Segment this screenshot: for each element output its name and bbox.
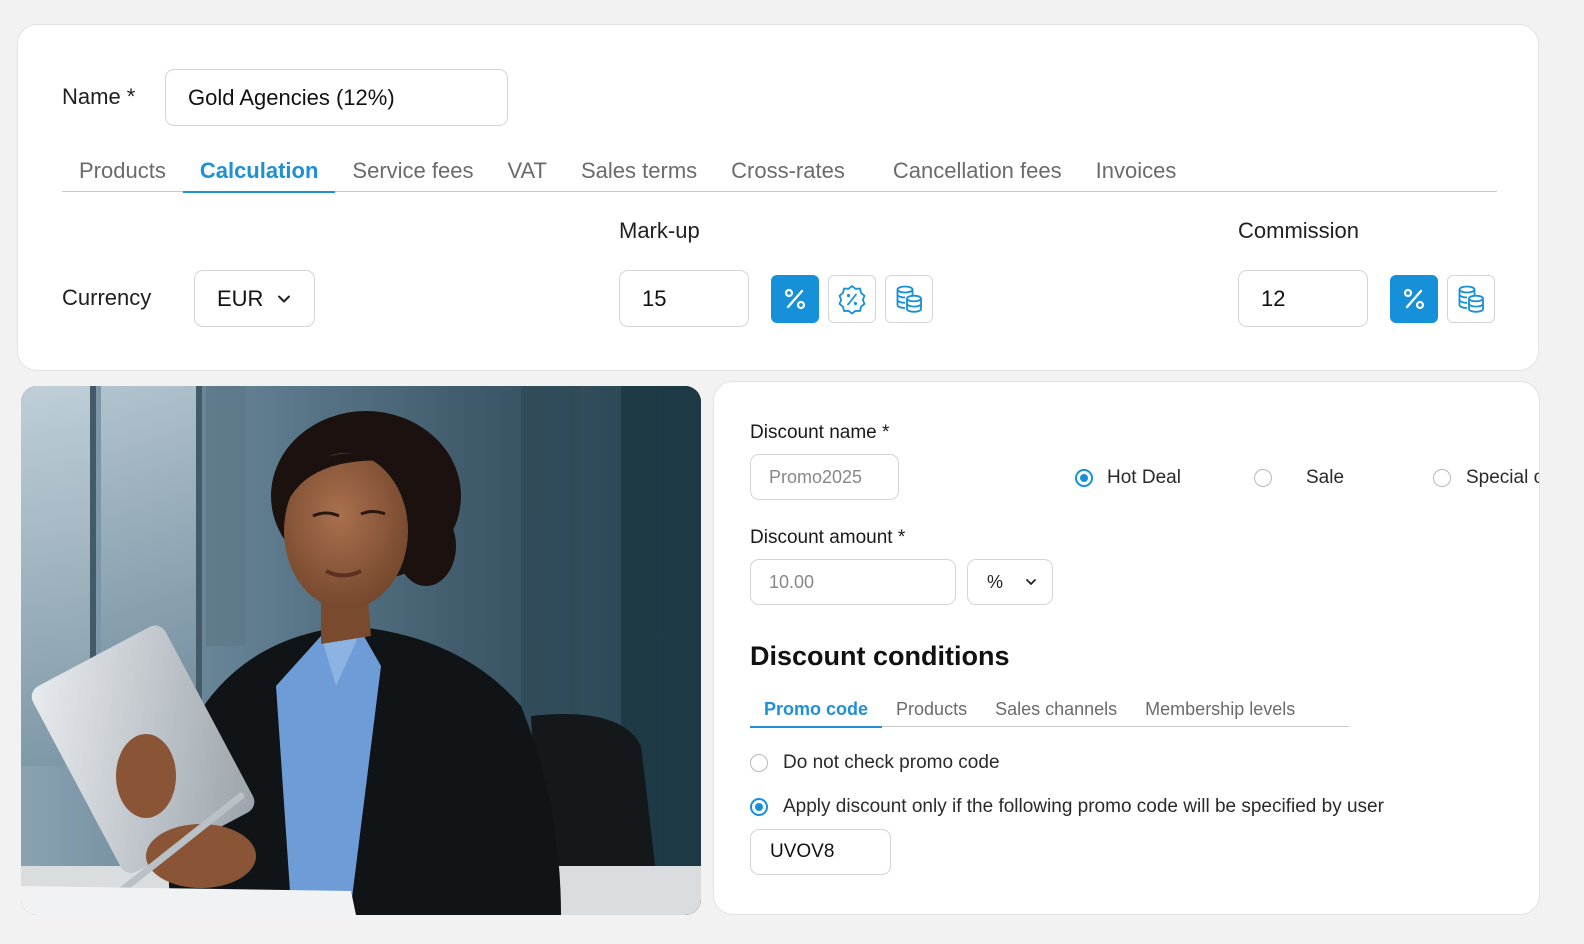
radio-no-promo-check-label: Do not check promo code xyxy=(783,752,1000,773)
tab-sales-terms[interactable]: Sales terms xyxy=(564,156,714,191)
tab-label: Sales terms xyxy=(581,158,698,183)
tab-label: Service fees xyxy=(352,158,474,183)
tab-label: Products xyxy=(79,158,166,183)
discount-conditions-title: Discount conditions xyxy=(750,641,1010,671)
businesswoman-photo xyxy=(21,386,701,915)
tab-products[interactable]: Products xyxy=(62,156,183,191)
tab-label: Sales channels xyxy=(995,699,1118,719)
coins-stack-icon xyxy=(1458,285,1484,313)
radio-special-offer[interactable] xyxy=(1433,469,1451,487)
tab-sales-channels[interactable]: Sales channels xyxy=(981,696,1131,726)
percent-icon xyxy=(784,288,806,310)
name-label: Name * xyxy=(62,84,136,109)
currency-value: EUR xyxy=(217,285,264,311)
tab-label: Cancellation fees xyxy=(892,158,1062,183)
tab-promo-code[interactable]: Promo code xyxy=(750,696,883,728)
commission-input[interactable]: 12 xyxy=(1238,270,1368,327)
main-tabs: Products Calculation Service fees VAT Sa… xyxy=(62,156,1497,193)
tab-vat[interactable]: VAT xyxy=(490,156,564,191)
radio-apply-promo[interactable] xyxy=(750,798,768,816)
markup-fixed-amount-button[interactable] xyxy=(885,275,933,323)
percent-icon xyxy=(1403,288,1425,310)
tab-membership-levels[interactable]: Membership levels xyxy=(1131,696,1309,726)
promo-code-input[interactable]: UVOV8 xyxy=(750,829,891,875)
markup-value: 15 xyxy=(642,285,667,311)
commission-fixed-amount-button[interactable] xyxy=(1447,275,1495,323)
radio-hot-deal[interactable] xyxy=(1075,469,1093,487)
tab-label: Calculation xyxy=(199,158,319,183)
tab-invoices[interactable]: Invoices xyxy=(1079,156,1194,191)
radio-apply-promo-label: Apply discount only if the following pro… xyxy=(783,796,1384,817)
discount-amount-placeholder: 10.00 xyxy=(769,571,815,592)
radio-hot-deal-label: Hot Deal xyxy=(1107,467,1181,488)
tab-calculation[interactable]: Calculation xyxy=(182,156,336,193)
currency-label: Currency xyxy=(62,285,152,310)
discount-name-input[interactable]: Promo2025 xyxy=(750,454,899,500)
radio-special-offer-label: Special of xyxy=(1466,467,1539,488)
tab-label: VAT xyxy=(507,158,547,183)
discount-badge-icon xyxy=(838,285,866,315)
tab-label: Products xyxy=(896,699,968,719)
commission-value: 12 xyxy=(1261,285,1286,311)
markup-label: Mark-up xyxy=(619,218,700,243)
commission-label: Commission xyxy=(1238,218,1360,243)
discount-amount-label: Discount amount * xyxy=(750,527,906,548)
coins-stack-icon xyxy=(896,285,922,313)
radio-no-promo-check[interactable] xyxy=(750,754,768,772)
discount-unit-value: % xyxy=(987,571,1004,592)
tab-label: Cross-rates xyxy=(731,158,845,183)
tab-products[interactable]: Products xyxy=(882,696,981,726)
markup-input[interactable]: 15 xyxy=(619,270,749,327)
condition-tabs: Promo code Products Sales channels Membe… xyxy=(750,696,1349,728)
radio-sale-label: Sale xyxy=(1306,467,1345,488)
name-input[interactable]: Gold Agencies (12%) xyxy=(165,69,508,126)
tab-cancellation-fees[interactable]: Cancellation fees xyxy=(876,156,1079,191)
name-input-value: Gold Agencies (12%) xyxy=(188,84,395,110)
radio-sale[interactable] xyxy=(1254,469,1272,487)
markup-percent-button[interactable] xyxy=(771,275,819,323)
currency-select[interactable]: EUR xyxy=(194,270,315,327)
tab-label: Invoices xyxy=(1095,158,1177,183)
promo-code-value: UVOV8 xyxy=(770,841,835,862)
tab-label: Promo code xyxy=(764,699,869,719)
discount-name-placeholder: Promo2025 xyxy=(769,466,863,487)
discount-amount-input[interactable]: 10.00 xyxy=(750,559,956,605)
calculation-card: Name * Gold Agencies (12%) Products Calc… xyxy=(17,24,1539,371)
commission-percent-button[interactable] xyxy=(1390,275,1438,323)
photo-illustration xyxy=(21,386,701,915)
discount-card: Discount name * Promo2025 Hot Deal Sale … xyxy=(713,381,1540,915)
tab-cross-rates[interactable]: Cross-rates xyxy=(714,156,862,191)
markup-discount-button[interactable] xyxy=(828,275,876,323)
chevron-down-icon xyxy=(1026,579,1036,585)
chevron-down-icon xyxy=(278,295,291,302)
discount-name-label: Discount name * xyxy=(750,422,890,443)
discount-unit-select[interactable]: % xyxy=(967,559,1053,605)
tab-service-fees[interactable]: Service fees xyxy=(335,156,490,191)
tab-label: Membership levels xyxy=(1145,699,1296,719)
